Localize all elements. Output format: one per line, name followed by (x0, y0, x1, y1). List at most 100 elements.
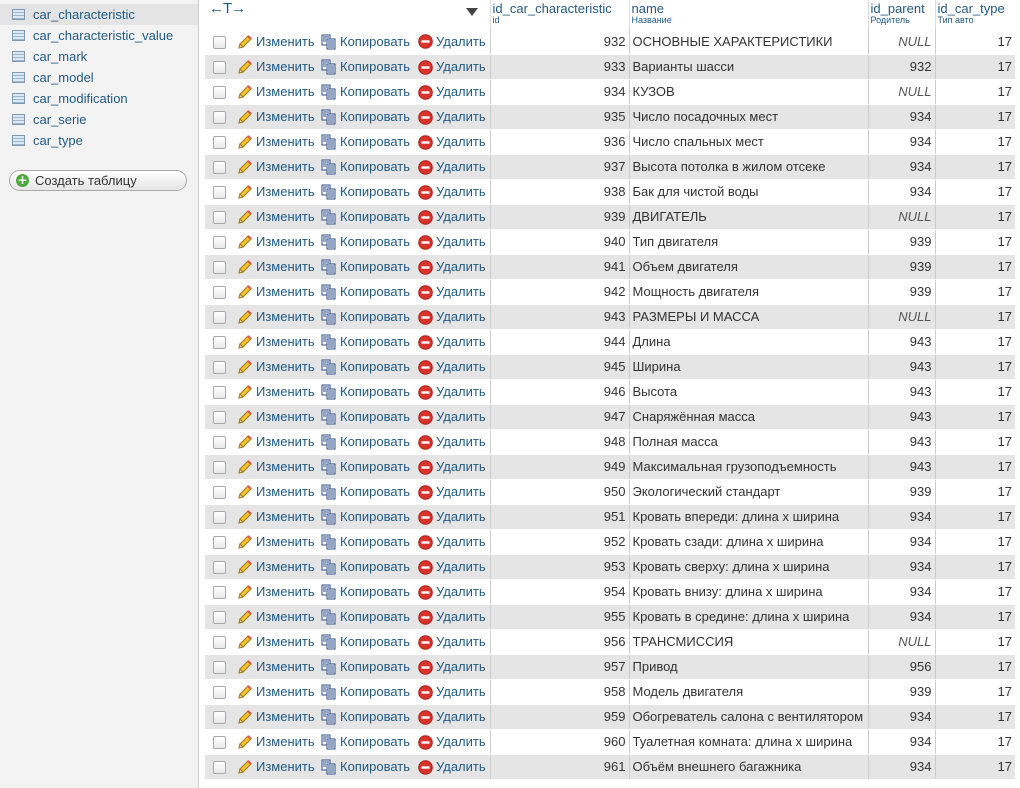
cell-id[interactable]: 955 (489, 604, 629, 630)
cell-id[interactable]: 959 (489, 704, 629, 730)
edit-link[interactable]: Изменить (234, 79, 318, 105)
cell-id[interactable]: 932 (489, 29, 629, 55)
cell-parent[interactable]: 934 (867, 179, 935, 205)
column-header-name[interactable]: name Название (628, 0, 868, 29)
delete-link[interactable]: Удалить (415, 579, 490, 605)
edit-link[interactable]: Изменить (234, 479, 318, 505)
edit-link[interactable]: Изменить (234, 454, 318, 480)
cell-car-type[interactable]: 17 (934, 204, 1015, 230)
cell-id[interactable]: 950 (489, 479, 629, 505)
cell-car-type[interactable]: 17 (934, 354, 1015, 380)
copy-link[interactable]: Копировать (318, 329, 415, 355)
cell-parent[interactable]: NULL (867, 629, 935, 655)
cell-parent[interactable]: 932 (867, 54, 935, 80)
edit-link[interactable]: Изменить (234, 129, 318, 155)
row-checkbox[interactable] (213, 211, 226, 225)
copy-link[interactable]: Копировать (318, 104, 415, 130)
cell-parent[interactable]: NULL (867, 29, 935, 55)
edit-link[interactable]: Изменить (234, 379, 318, 405)
row-checkbox[interactable] (213, 86, 226, 100)
cell-parent[interactable]: 939 (867, 254, 935, 280)
cell-parent[interactable]: 934 (867, 554, 935, 580)
cell-car-type[interactable]: 17 (934, 429, 1015, 455)
delete-link[interactable]: Удалить (415, 429, 490, 455)
delete-link[interactable]: Удалить (415, 654, 490, 680)
column-header-parent[interactable]: id_parent Родитель (867, 0, 935, 29)
cell-id[interactable]: 952 (489, 529, 629, 555)
cell-name[interactable]: РАЗМЕРЫ И МАССА (628, 304, 868, 330)
cell-car-type[interactable]: 17 (934, 629, 1015, 655)
cell-parent[interactable]: 934 (867, 604, 935, 630)
edit-link[interactable]: Изменить (234, 504, 318, 530)
copy-link[interactable]: Копировать (318, 629, 415, 655)
row-checkbox[interactable] (213, 611, 226, 625)
cell-car-type[interactable]: 17 (934, 654, 1015, 680)
row-checkbox[interactable] (213, 261, 226, 275)
delete-link[interactable]: Удалить (415, 179, 490, 205)
edit-link[interactable]: Изменить (234, 104, 318, 130)
cell-id[interactable]: 936 (489, 129, 629, 155)
cell-name[interactable]: Максимальная грузоподъемность (628, 454, 868, 480)
row-checkbox[interactable] (213, 161, 226, 175)
edit-link[interactable]: Изменить (234, 654, 318, 680)
cell-car-type[interactable]: 17 (934, 579, 1015, 605)
sidebar-table-item[interactable]: car_type (0, 130, 198, 151)
cell-car-type[interactable]: 17 (934, 454, 1015, 480)
cell-parent[interactable]: 943 (867, 329, 935, 355)
cell-name[interactable]: Число спальных мест (628, 129, 868, 155)
cell-car-type[interactable]: 17 (934, 129, 1015, 155)
cell-id[interactable]: 945 (489, 354, 629, 380)
cell-id[interactable]: 958 (489, 679, 629, 705)
cell-car-type[interactable]: 17 (934, 554, 1015, 580)
cell-car-type[interactable]: 17 (934, 154, 1015, 180)
delete-link[interactable]: Удалить (415, 454, 490, 480)
cell-car-type[interactable]: 17 (934, 604, 1015, 630)
copy-link[interactable]: Копировать (318, 54, 415, 80)
delete-link[interactable]: Удалить (415, 504, 490, 530)
delete-link[interactable]: Удалить (415, 229, 490, 255)
row-checkbox[interactable] (213, 486, 226, 500)
edit-link[interactable]: Изменить (234, 279, 318, 305)
cell-id[interactable]: 948 (489, 429, 629, 455)
delete-link[interactable]: Удалить (415, 479, 490, 505)
cell-name[interactable]: Тип двигателя (628, 229, 868, 255)
cell-parent[interactable]: 934 (867, 704, 935, 730)
cell-name[interactable]: Кровать сзади: длина х ширина (628, 529, 868, 555)
delete-link[interactable]: Удалить (415, 154, 490, 180)
edit-link[interactable]: Изменить (234, 629, 318, 655)
copy-link[interactable]: Копировать (318, 479, 415, 505)
copy-link[interactable]: Копировать (318, 554, 415, 580)
row-checkbox[interactable] (213, 311, 226, 325)
cell-id[interactable]: 949 (489, 454, 629, 480)
cell-name[interactable]: Кровать впереди: длина х ширина (628, 504, 868, 530)
cell-id[interactable]: 935 (489, 104, 629, 130)
delete-link[interactable]: Удалить (415, 279, 490, 305)
row-checkbox[interactable] (213, 411, 226, 425)
cell-car-type[interactable]: 17 (934, 679, 1015, 705)
cell-name[interactable]: Высота (628, 379, 868, 405)
cell-parent[interactable]: 943 (867, 454, 935, 480)
cell-car-type[interactable]: 17 (934, 479, 1015, 505)
cell-parent[interactable]: 943 (867, 429, 935, 455)
cell-car-type[interactable]: 17 (934, 29, 1015, 55)
edit-link[interactable]: Изменить (234, 329, 318, 355)
cell-parent[interactable]: 934 (867, 729, 935, 755)
copy-link[interactable]: Копировать (318, 454, 415, 480)
row-checkbox[interactable] (213, 686, 226, 700)
edit-link[interactable]: Изменить (234, 54, 318, 80)
cell-car-type[interactable]: 17 (934, 229, 1015, 255)
cell-car-type[interactable]: 17 (934, 704, 1015, 730)
row-checkbox[interactable] (213, 436, 226, 450)
cell-name[interactable]: Объем двигателя (628, 254, 868, 280)
copy-link[interactable]: Копировать (318, 179, 415, 205)
delete-link[interactable]: Удалить (415, 754, 490, 780)
copy-link[interactable]: Копировать (318, 304, 415, 330)
edit-link[interactable]: Изменить (234, 529, 318, 555)
cell-parent[interactable]: 939 (867, 679, 935, 705)
cell-parent[interactable]: 934 (867, 154, 935, 180)
delete-link[interactable]: Удалить (415, 729, 490, 755)
copy-link[interactable]: Копировать (318, 704, 415, 730)
cell-car-type[interactable]: 17 (934, 179, 1015, 205)
column-arrows-icon[interactable]: ←T→ (209, 0, 246, 17)
sidebar-table-item[interactable]: car_serie (0, 109, 198, 130)
